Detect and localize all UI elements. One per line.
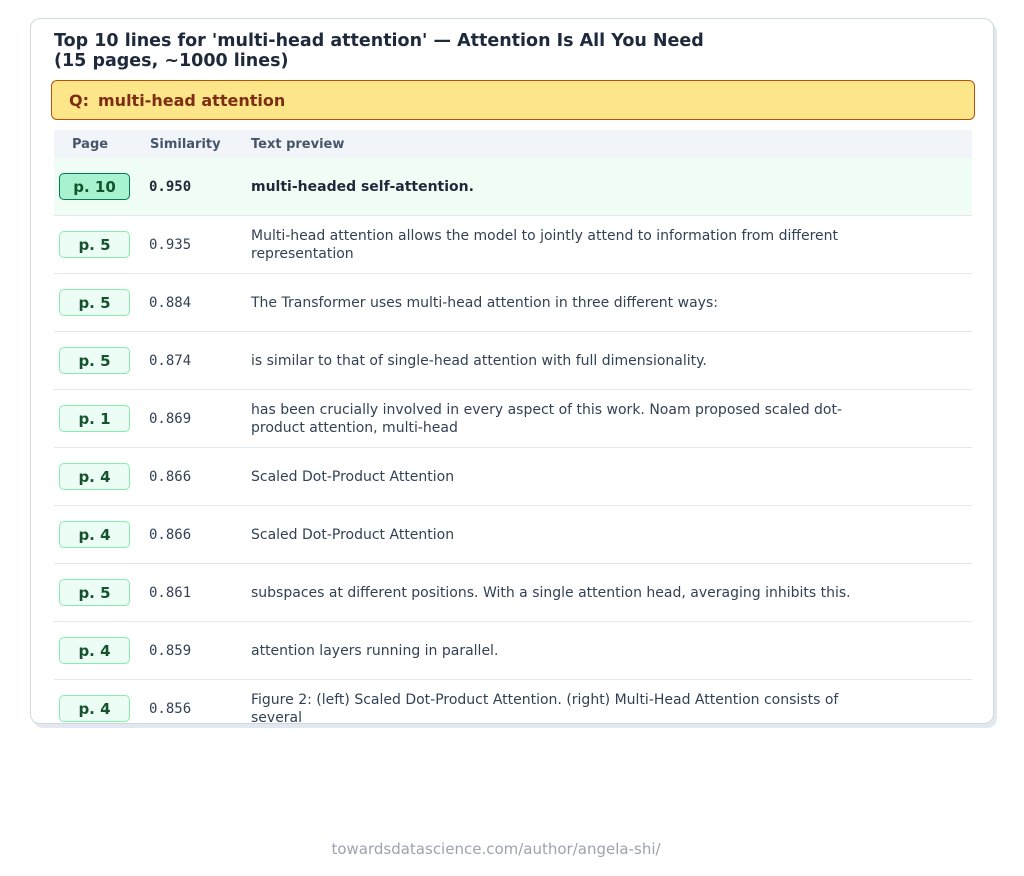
title-line-2: (15 pages, ~1000 lines) — [54, 51, 289, 71]
query-prefix: Q: — [69, 90, 89, 110]
text-preview: is similar to that of single-head attent… — [251, 353, 707, 369]
page-title: Top 10 lines for 'multi-head attention' … — [54, 31, 954, 71]
header-page: Page — [72, 137, 109, 152]
header-text-preview: Text preview — [251, 137, 345, 152]
page-badge[interactable]: p. 4 — [59, 521, 130, 548]
results-table: Page Similarity Text preview p. 10 0.950 m… — [54, 130, 972, 724]
text-preview: Scaled Dot-Product Attention — [251, 469, 455, 485]
query-box: Q: multi-head attention — [51, 80, 975, 120]
page-badge[interactable]: p. 5 — [59, 579, 130, 606]
text-preview: Figure 2: (left) Scaled Dot-Product Atte… — [251, 692, 839, 724]
table-body: p. 10 0.950 multi-headed self-attention. p.… — [54, 158, 972, 724]
similarity-score: 0.861 — [149, 585, 192, 601]
text-preview: The Transformer uses multi-head attentio… — [251, 295, 718, 311]
text-preview: subspaces at different positions. With a… — [251, 585, 851, 601]
page-badge[interactable]: p. 4 — [59, 695, 130, 722]
table-row[interactable]: p. 5 0.935 Multi-head attention allows the… — [54, 216, 972, 274]
similarity-score: 0.935 — [149, 237, 192, 253]
table-row[interactable]: p. 4 0.866 Scaled Dot-Product Attention — [54, 506, 972, 564]
page-badge[interactable]: p. 5 — [59, 347, 130, 374]
table-row[interactable]: p. 5 0.861 subspaces at different position… — [54, 564, 972, 622]
page-badge[interactable]: p. 5 — [59, 231, 130, 258]
similarity-score: 0.884 — [149, 295, 192, 311]
page-badge[interactable]: p. 1 — [59, 405, 130, 432]
table-row[interactable]: p. 1 0.869 has been crucially involved in … — [54, 390, 972, 448]
page-badge[interactable]: p. 10 — [59, 173, 130, 200]
text-preview: attention layers running in parallel. — [251, 643, 499, 659]
text-preview: Multi-head attention allows the model to… — [251, 228, 839, 262]
similarity-score: 0.866 — [149, 469, 192, 485]
footer-credit: towardsdatascience.com/author/angela-shi… — [331, 840, 661, 858]
similarity-score: 0.950 — [149, 179, 192, 195]
page-badge[interactable]: p. 4 — [59, 637, 130, 664]
header-similarity: Similarity — [150, 137, 221, 152]
table-row[interactable]: p. 4 0.866 Scaled Dot-Product Attention — [54, 448, 972, 506]
similarity-score: 0.874 — [149, 353, 192, 369]
table-row[interactable]: p. 5 0.884 The Transformer uses multi-head… — [54, 274, 972, 332]
table-row[interactable]: p. 4 0.859 attention layers running in par… — [54, 622, 972, 680]
table-header: Page Similarity Text preview — [54, 130, 972, 158]
similarity-score: 0.856 — [149, 701, 192, 717]
table-row[interactable]: p. 4 0.856 Figure 2: (left) Scaled Dot-Pro… — [54, 680, 972, 724]
text-preview: has been crucially involved in every asp… — [251, 402, 843, 436]
title-line-1: Top 10 lines for 'multi-head attention' … — [54, 31, 704, 51]
page-badge[interactable]: p. 5 — [59, 289, 130, 316]
text-preview: multi-headed self-attention. — [251, 179, 474, 195]
similarity-score: 0.866 — [149, 527, 192, 543]
similarity-score: 0.859 — [149, 643, 192, 659]
table-row[interactable]: p. 10 0.950 multi-headed self-attention. — [54, 158, 972, 216]
query-text: multi-head attention — [98, 90, 286, 110]
page-badge[interactable]: p. 4 — [59, 463, 130, 490]
text-preview: Scaled Dot-Product Attention — [251, 527, 455, 543]
similarity-score: 0.869 — [149, 411, 192, 427]
table-row[interactable]: p. 5 0.874 is similar to that of single-he… — [54, 332, 972, 390]
results-card: Top 10 lines for 'multi-head attention' … — [30, 18, 994, 724]
